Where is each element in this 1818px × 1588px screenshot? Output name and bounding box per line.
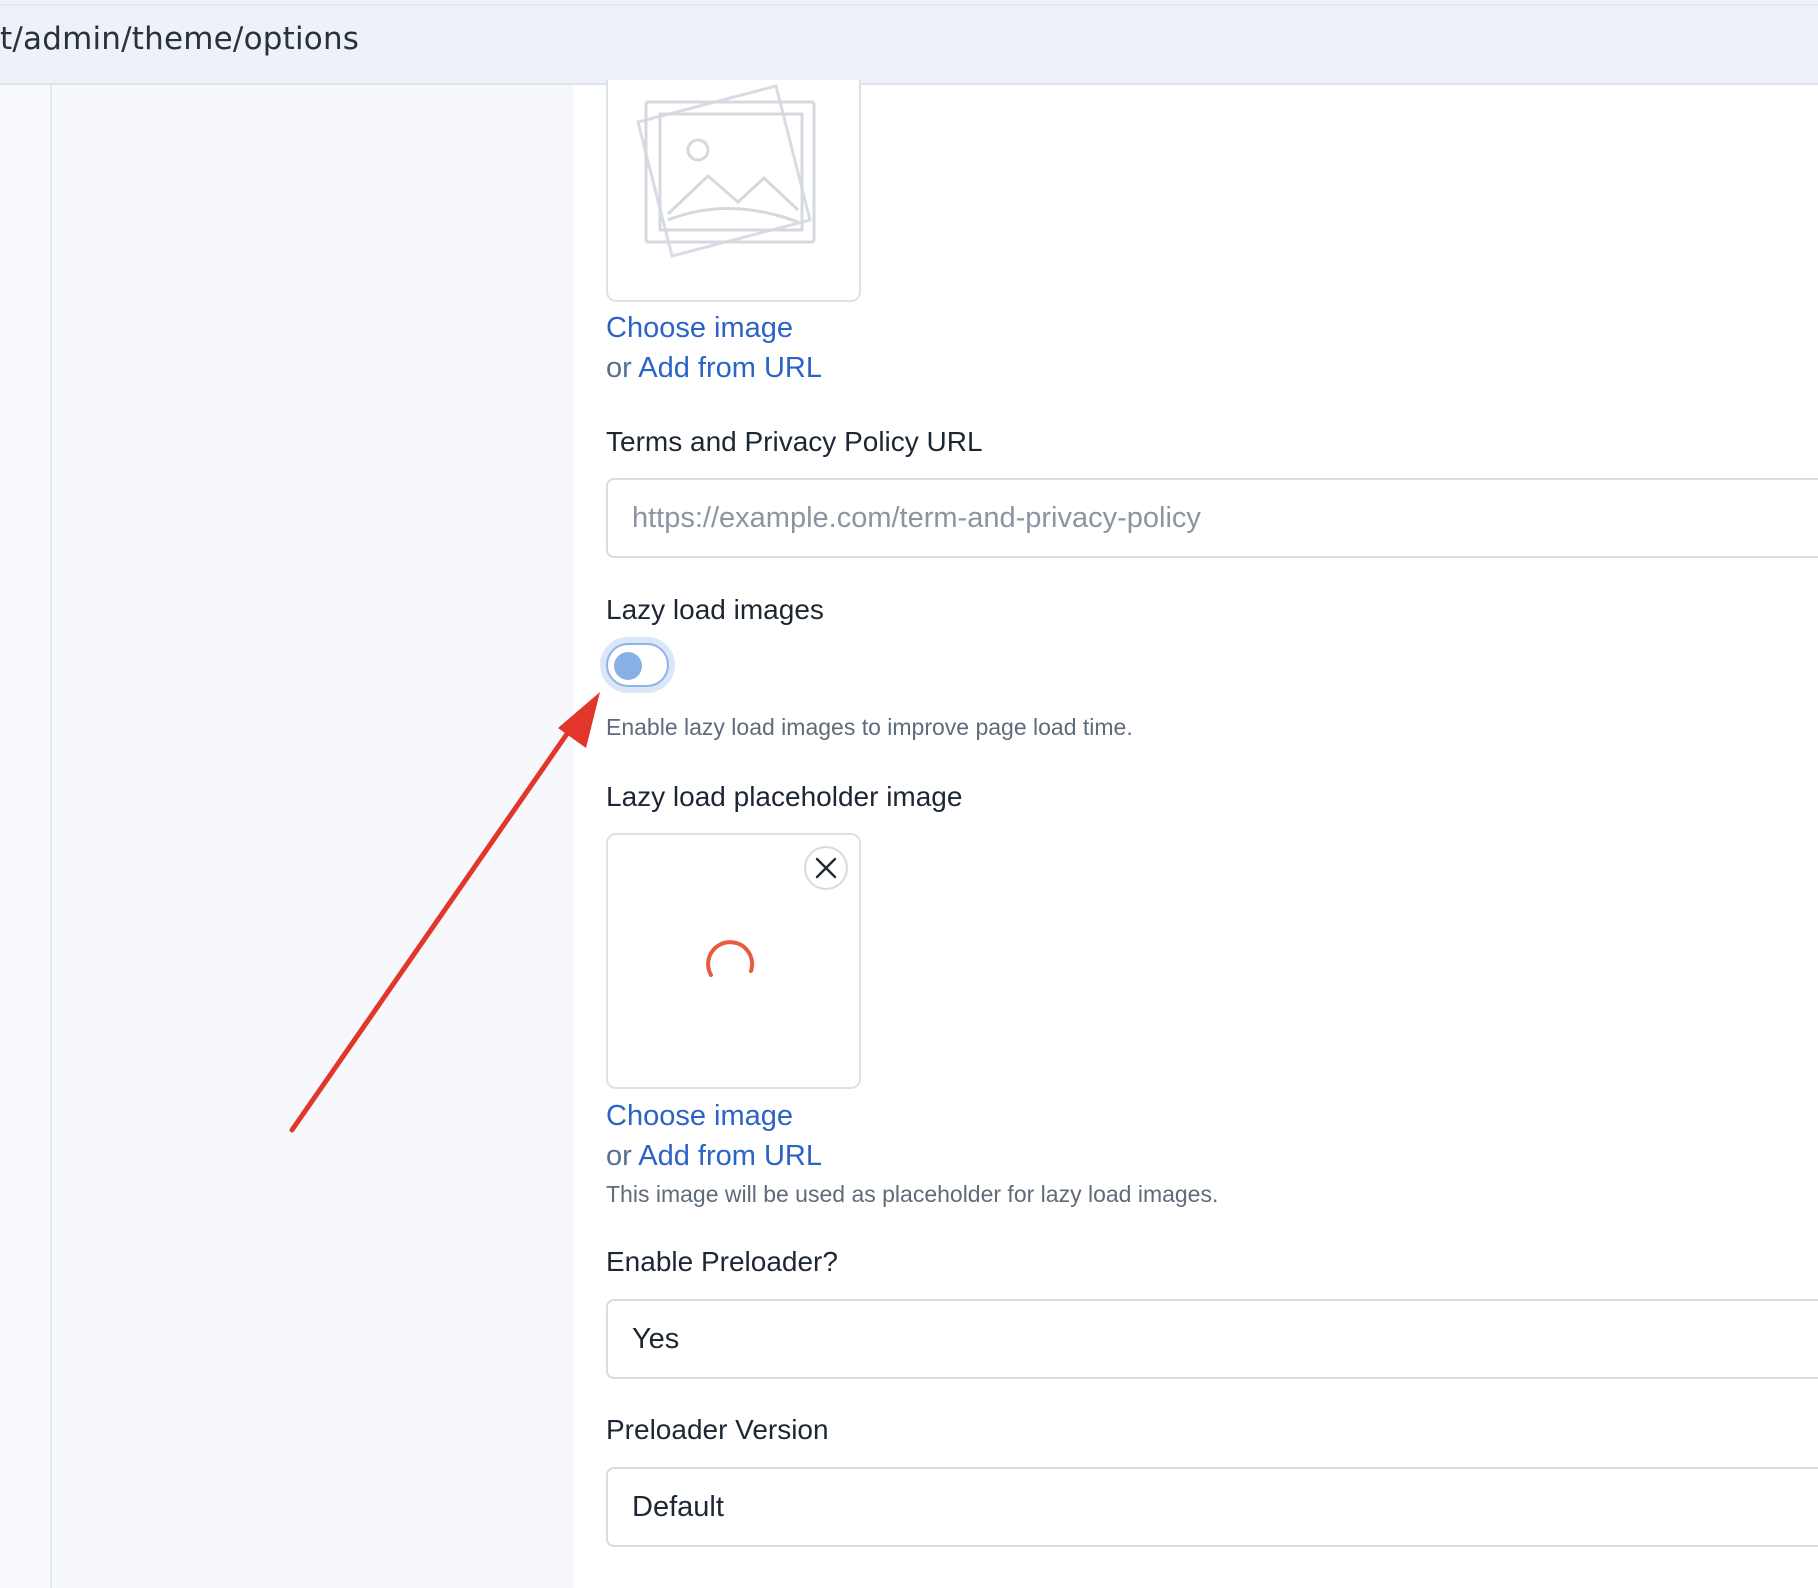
add-from-url-line-top: or Add from URL <box>606 350 822 386</box>
lazy-load-toggle[interactable] <box>600 637 675 693</box>
choose-image-link-placeholder[interactable]: Choose image <box>606 1098 793 1134</box>
settings-sidebar <box>52 85 574 1588</box>
spinner-icon <box>706 940 755 977</box>
or-text: or <box>606 352 632 384</box>
choose-image-link-top[interactable]: Choose image <box>606 310 793 346</box>
preloader-selected-value: Yes <box>632 1323 680 1355</box>
lazy-placeholder-help: This image will be used as placeholder f… <box>606 1181 1219 1207</box>
toggle-knob <box>614 652 642 680</box>
preloader-label: Enable Preloader? <box>606 1246 838 1277</box>
preloader-version-select[interactable]: Default <box>606 1467 1818 1547</box>
preloader-select[interactable]: Yes <box>606 1299 1818 1379</box>
terms-url-label: Terms and Privacy Policy URL <box>606 426 983 457</box>
close-icon <box>815 857 837 879</box>
lazy-load-label: Lazy load images <box>606 594 824 625</box>
add-from-url-line-placeholder: or Add from URL <box>606 1138 822 1174</box>
left-rail <box>0 85 52 1588</box>
add-from-url-link-placeholder[interactable]: Add from URL <box>638 1140 822 1172</box>
browser-address-bar[interactable]: t/admin/theme/options <box>0 0 1818 85</box>
terms-url-input[interactable] <box>632 480 1732 556</box>
remove-image-button[interactable] <box>804 846 848 890</box>
url-text[interactable]: t/admin/theme/options <box>0 20 359 58</box>
image-placeholder-icon <box>636 84 816 258</box>
add-from-url-link-top[interactable]: Add from URL <box>638 352 822 384</box>
or-text: or <box>606 1140 632 1172</box>
toggle-track <box>606 643 669 687</box>
lazy-placeholder-label: Lazy load placeholder image <box>606 781 963 812</box>
address-bar-top-border <box>0 4 1818 6</box>
image-preview-top[interactable] <box>606 80 861 302</box>
preloader-version-selected-value: Default <box>632 1491 724 1523</box>
lazy-load-help: Enable lazy load images to improve page … <box>606 714 1133 740</box>
preloader-version-label: Preloader Version <box>606 1414 829 1445</box>
terms-url-field[interactable] <box>606 478 1818 558</box>
